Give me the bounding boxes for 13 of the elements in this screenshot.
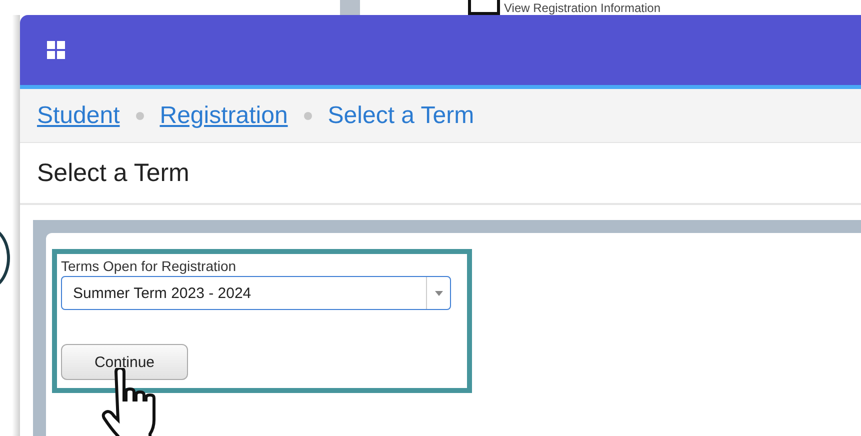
background-text: View Registration Information <box>504 1 661 15</box>
app-grid-icon[interactable] <box>47 41 65 59</box>
breadcrumb-link[interactable]: Student <box>37 102 120 130</box>
separator-dot <box>304 112 312 120</box>
field-label: Terms Open for Registration <box>61 258 238 274</box>
background-panel <box>340 0 360 15</box>
continue-button[interactable]: Continue <box>61 344 188 380</box>
current-page-label: Select a Term <box>328 102 474 130</box>
page-title: Select a Term <box>37 158 190 188</box>
breadcrumb-link[interactable]: Registration <box>160 102 288 130</box>
dropdown-caret-icon <box>434 290 442 296</box>
separator-dot <box>136 112 144 120</box>
term-select[interactable]: Summer Term 2023 - 2024 <box>61 276 451 310</box>
